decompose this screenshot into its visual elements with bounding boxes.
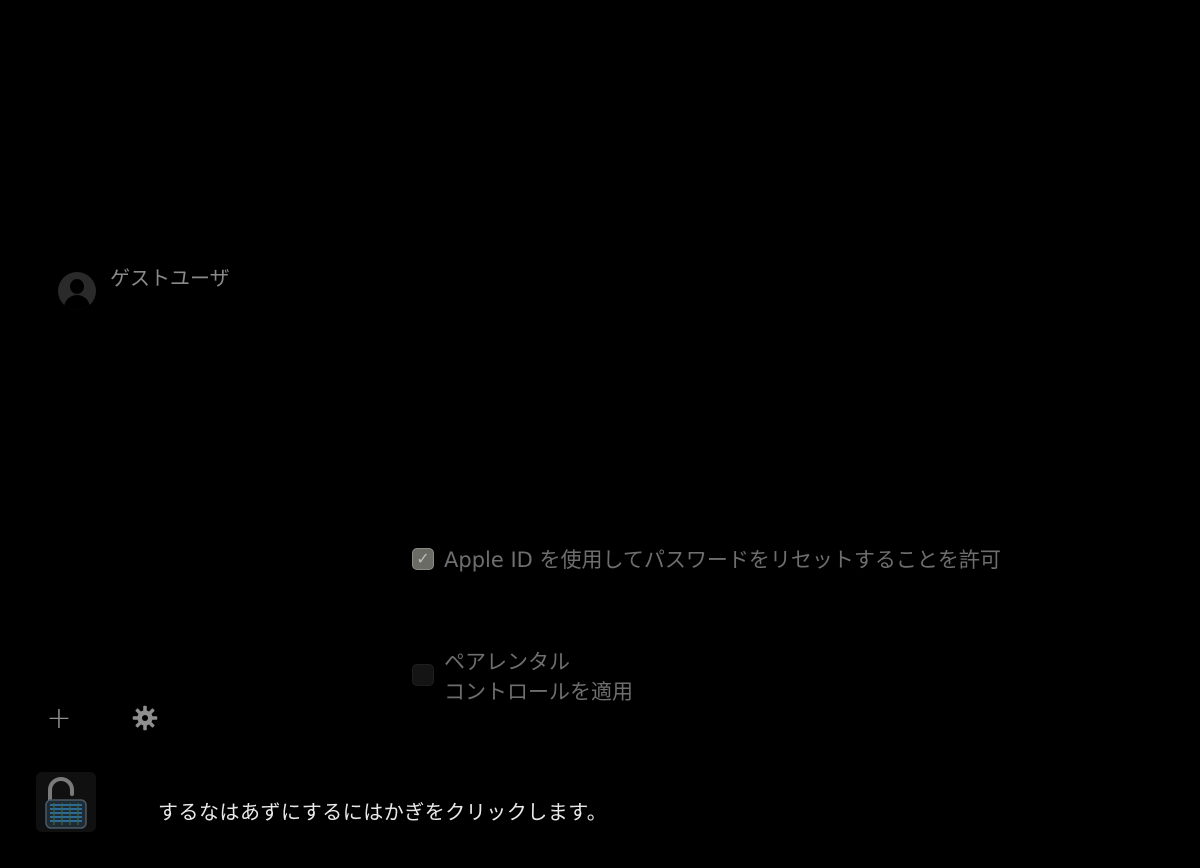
- parental-controls-label-line1: ペアレンタル: [444, 650, 570, 674]
- parental-controls-label-line2: コントロールを適用: [444, 680, 633, 704]
- add-user-button[interactable]: +: [44, 700, 74, 736]
- parental-controls-option[interactable]: ペアレンタル コントロールを適用: [412, 647, 633, 707]
- lock-button[interactable]: [36, 772, 96, 832]
- users-groups-window: ゲストユーザ ✓ Apple ID を使用してパスワードをリセットすることを許可…: [0, 0, 1200, 868]
- checkmark-icon: ✓: [416, 549, 430, 568]
- gear-icon: [132, 705, 158, 731]
- plus-icon: +: [46, 700, 72, 736]
- padlock-icon: [45, 777, 87, 829]
- parental-controls-checkbox[interactable]: [412, 664, 434, 686]
- reset-password-option[interactable]: ✓ Apple ID を使用してパスワードをリセットすることを許可: [412, 546, 1001, 574]
- lock-message: するなはあずにするにはかぎをクリックします。: [158, 800, 608, 824]
- reset-password-checkbox[interactable]: ✓: [412, 548, 434, 570]
- reset-password-label: Apple ID を使用してパスワードをリセットすることを許可: [444, 548, 1001, 572]
- user-name: ゲストユーザ: [110, 266, 230, 290]
- avatar-icon: [58, 272, 96, 310]
- user-list-item-guest[interactable]: ゲストユーザ: [58, 264, 230, 310]
- settings-button[interactable]: [130, 703, 160, 733]
- parental-controls-label: ペアレンタル コントロールを適用: [444, 647, 633, 707]
